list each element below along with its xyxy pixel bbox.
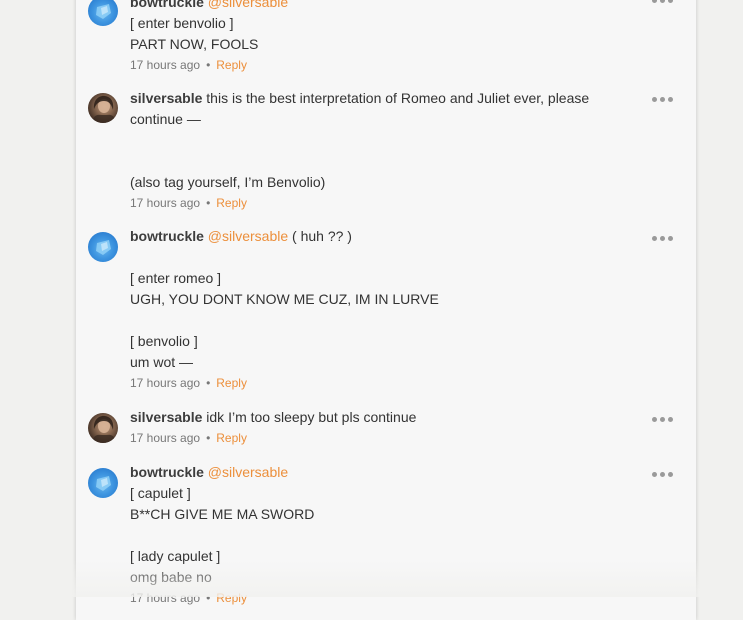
- comment-line: (also tag yourself, I’m Benvolio): [130, 174, 326, 190]
- separator-dot: •: [206, 431, 211, 445]
- avatar[interactable]: [88, 232, 118, 262]
- reply-link[interactable]: Reply: [216, 58, 247, 72]
- more-options-icon[interactable]: [652, 94, 674, 104]
- comment-body: silversable this is the best interpretat…: [130, 88, 626, 214]
- comment-timestamp[interactable]: 17 hours ago: [130, 591, 200, 605]
- more-options-icon[interactable]: [652, 414, 674, 424]
- comment-line: UGH, YOU DONT KNOW ME CUZ, IM IN LURVE: [130, 291, 439, 307]
- profile-photo-icon: [92, 95, 116, 123]
- reply-link[interactable]: Reply: [216, 196, 247, 210]
- reply-link[interactable]: Reply: [216, 376, 247, 390]
- comment-timestamp[interactable]: 17 hours ago: [130, 196, 200, 210]
- comment-timestamp[interactable]: 17 hours ago: [130, 431, 200, 445]
- separator-dot: •: [206, 591, 211, 605]
- comment-line: [ lady capulet ]: [130, 548, 221, 564]
- comment-body: bowtruckle @silversable ( huh ?? ) [ ent…: [130, 226, 626, 394]
- avatar[interactable]: [88, 93, 118, 123]
- comment-line: [130, 247, 626, 268]
- comment-line: [ benvolio ]: [130, 333, 198, 349]
- comment-line: PART NOW, FOOLS: [130, 36, 259, 52]
- comment-username[interactable]: silversable: [130, 90, 202, 106]
- comment-username[interactable]: silversable: [130, 409, 202, 425]
- more-options-icon[interactable]: [652, 233, 674, 243]
- comment-line: [ enter romeo ]: [130, 270, 222, 286]
- comment-meta: 17 hours ago • Reply: [130, 55, 626, 76]
- comment-text: idk I’m too sleepy but pls continue: [206, 409, 417, 425]
- comment-timestamp[interactable]: 17 hours ago: [130, 376, 200, 390]
- avatar[interactable]: [88, 0, 118, 26]
- comment-line: B**CH GIVE ME MA SWORD: [130, 506, 315, 522]
- comment-meta: 17 hours ago • Reply: [130, 193, 626, 214]
- comment-line: um wot —: [130, 354, 194, 370]
- comment-body: silversable idk I’m too sleepy but pls c…: [130, 407, 626, 449]
- avatar[interactable]: [88, 413, 118, 443]
- comment-line: [ enter benvolio ]: [130, 15, 234, 31]
- separator-dot: •: [206, 196, 211, 210]
- more-options-icon[interactable]: [652, 0, 674, 5]
- comment-text: ( huh ?? ): [292, 228, 352, 244]
- comment-meta: 17 hours ago • Reply: [130, 428, 626, 449]
- profile-photo-icon: [92, 415, 116, 443]
- comment-meta: 17 hours ago • Reply: [130, 588, 626, 609]
- reply-link[interactable]: Reply: [216, 431, 247, 445]
- comment-mention[interactable]: @silversable: [208, 0, 288, 10]
- comment-line: [130, 310, 626, 331]
- comment-timestamp[interactable]: 17 hours ago: [130, 58, 200, 72]
- comment-line: omg babe no: [130, 569, 212, 585]
- comment-thread: bowtruckle @silversable [ enter benvolio…: [76, 0, 696, 620]
- comment-line: [130, 151, 626, 172]
- comment-line: [130, 130, 626, 151]
- comment-meta: 17 hours ago • Reply: [130, 373, 626, 394]
- reply-link[interactable]: Reply: [216, 591, 247, 605]
- comment-username[interactable]: bowtruckle: [130, 228, 204, 244]
- comment-line: [130, 525, 626, 546]
- comment-mention[interactable]: @silversable: [208, 464, 288, 480]
- avatar[interactable]: [88, 468, 118, 498]
- comment-body: bowtruckle @silversable [ enter benvolio…: [130, 0, 626, 76]
- comment-username[interactable]: bowtruckle: [130, 0, 204, 10]
- comment-line: [ capulet ]: [130, 485, 191, 501]
- comment-body: bowtruckle @silversable [ capulet ] B**C…: [130, 462, 626, 609]
- fox-icon: [96, 476, 111, 491]
- fox-icon: [96, 240, 111, 255]
- more-options-icon[interactable]: [652, 469, 674, 479]
- comment-mention[interactable]: @silversable: [208, 228, 288, 244]
- separator-dot: •: [206, 58, 211, 72]
- separator-dot: •: [206, 376, 211, 390]
- comment-username[interactable]: bowtruckle: [130, 464, 204, 480]
- fox-icon: [96, 4, 111, 19]
